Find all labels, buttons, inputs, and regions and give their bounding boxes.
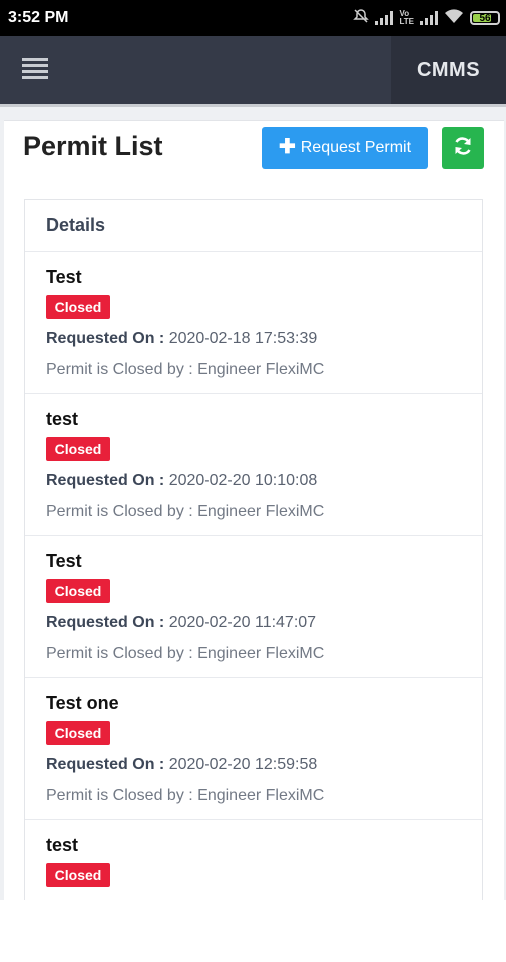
requested-on-label: Requested On : bbox=[46, 472, 165, 489]
permit-name: Test one bbox=[46, 693, 119, 713]
permit-name: Test bbox=[46, 551, 82, 571]
status-icons: Vo LTE 56 bbox=[353, 8, 500, 28]
status-badge: Closed bbox=[46, 295, 110, 319]
requested-on: Requested On : 2020-02-18 17:53:39 bbox=[46, 330, 317, 348]
permit-list-item[interactable]: Test one Closed Requested On : 2020-02-2… bbox=[25, 678, 482, 820]
requested-on: Requested On : 2020-02-20 12:59:58 bbox=[46, 756, 317, 774]
permit-list-item[interactable]: test Closed bbox=[25, 820, 482, 962]
status-badge: Closed bbox=[46, 579, 110, 603]
requested-on-value: 2020-02-18 17:53:39 bbox=[168, 330, 318, 347]
permit-list-item[interactable]: Test Closed Requested On : 2020-02-20 11… bbox=[25, 536, 482, 678]
app-bar: CMMS bbox=[0, 36, 506, 104]
closed-by: Permit is Closed by : Engineer FlexiMC bbox=[46, 503, 325, 520]
app-name: CMMS bbox=[391, 36, 506, 104]
battery-level: 56 bbox=[479, 12, 491, 24]
request-permit-button[interactable]: ✚ Request Permit bbox=[262, 127, 428, 169]
refresh-button[interactable] bbox=[442, 127, 484, 169]
request-permit-label: Request Permit bbox=[300, 139, 412, 156]
mute-icon bbox=[353, 8, 370, 29]
refresh-icon bbox=[452, 135, 474, 162]
page-title: Permit List bbox=[23, 131, 163, 161]
status-badge: Closed bbox=[46, 721, 110, 745]
requested-on-label: Requested On : bbox=[46, 756, 165, 773]
requested-on-value: 2020-02-20 12:59:58 bbox=[168, 756, 318, 773]
requested-on-label: Requested On : bbox=[46, 614, 165, 631]
permit-list-item[interactable]: Test Closed Requested On : 2020-02-18 17… bbox=[25, 252, 482, 394]
wifi-icon bbox=[444, 8, 464, 29]
status-badge: Closed bbox=[46, 863, 110, 887]
battery-icon: 56 bbox=[470, 11, 500, 25]
requested-on-label: Requested On : bbox=[46, 330, 165, 347]
status-time: 3:52 PM bbox=[8, 9, 69, 26]
requested-on-value: 2020-02-20 11:47:07 bbox=[168, 614, 317, 631]
requested-on: Requested On : 2020-02-20 11:47:07 bbox=[46, 614, 316, 632]
requested-on: Requested On : 2020-02-20 10:10:08 bbox=[46, 472, 317, 490]
permit-name: Test bbox=[46, 267, 82, 287]
permit-name: test bbox=[46, 835, 79, 855]
menu-icon[interactable] bbox=[22, 58, 48, 82]
permit-list-item[interactable]: test Closed Requested On : 2020-02-20 10… bbox=[25, 394, 482, 536]
closed-by: Permit is Closed by : Engineer FlexiMC bbox=[46, 361, 325, 378]
card-header: Details bbox=[25, 200, 482, 252]
signal-icon bbox=[375, 11, 394, 25]
lte-icon: Vo LTE bbox=[399, 9, 414, 26]
permit-list-card: Details Test Closed Requested On : 2020-… bbox=[24, 199, 483, 900]
plus-icon: ✚ bbox=[278, 136, 296, 158]
closed-by: Permit is Closed by : Engineer FlexiMC bbox=[46, 787, 325, 804]
status-badge: Closed bbox=[46, 437, 110, 461]
signal-icon-2 bbox=[420, 11, 438, 25]
permit-name: test bbox=[46, 409, 79, 429]
closed-by: Permit is Closed by : Engineer FlexiMC bbox=[46, 645, 325, 662]
requested-on-value: 2020-02-20 10:10:08 bbox=[168, 472, 318, 489]
status-bar: 3:52 PM Vo LTE 56 bbox=[0, 0, 506, 36]
